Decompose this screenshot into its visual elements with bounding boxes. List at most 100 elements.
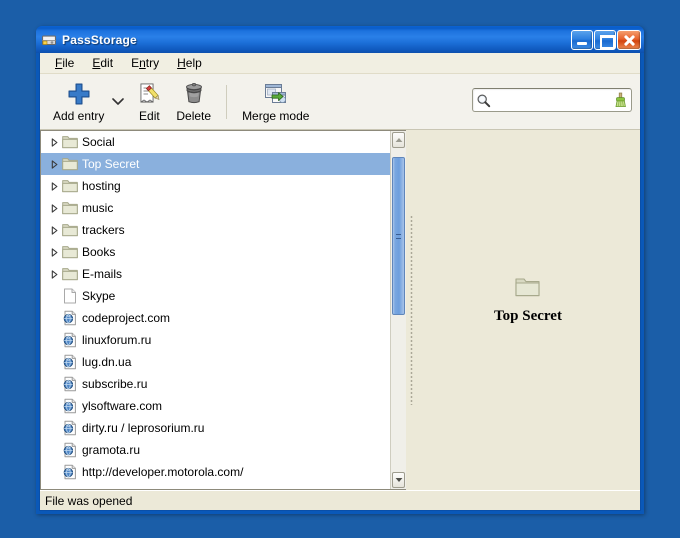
delete-label: Delete [176,109,212,123]
chevron-down-icon[interactable] [109,76,127,128]
web-page-icon [61,329,79,351]
tree-row-label: http://developer.motorola.com/ [82,465,244,479]
pane-splitter[interactable] [406,130,416,490]
tree-row[interactable]: E-mails [41,263,390,285]
folder-icon [61,131,79,153]
edit-button[interactable]: Edit [129,76,169,128]
web-page-icon [61,417,79,439]
tree-row-label: linuxforum.ru [82,333,152,347]
merge-windows-icon [263,80,289,108]
magnifier-icon [476,93,491,108]
trash-can-icon [181,80,207,108]
detail-title: Top Secret [494,307,562,324]
toolbar: Add entry Edit Delete Merge mode [40,74,640,130]
add-entry-label: Add entry [53,109,105,123]
tree-row-label: hosting [82,179,121,193]
minimize-button[interactable] [571,29,593,50]
menu-entry[interactable]: Entry [122,54,168,72]
tree-row-label: Social [82,135,115,149]
tree-row-label: E-mails [82,267,123,281]
close-button[interactable] [617,29,641,50]
expand-triangle-icon[interactable] [47,153,61,175]
tree-row[interactable]: Top Secret [41,153,390,175]
status-bar: File was opened [40,490,640,510]
tree-panel: Social Top Secret hosting music trackers Book… [40,130,406,490]
menu-edit[interactable]: Edit [83,54,122,72]
menu-bar: File Edit Entry Help [40,53,640,74]
tree-row[interactable]: trackers [41,219,390,241]
tree-row-label: gramota.ru [82,443,141,457]
tree-row-label: music [82,201,114,215]
tree-row-label: subscribe.ru [82,377,148,391]
tree-row[interactable]: dirty.ru / leprosorium.ru [41,417,390,439]
title-bar[interactable]: PassStorage [36,26,644,53]
expand-triangle-icon[interactable] [47,241,61,263]
status-text: File was opened [45,493,133,508]
folder-icon [61,241,79,263]
folder-icon [61,153,79,175]
search-box[interactable] [472,88,632,112]
web-page-icon [61,373,79,395]
tree-row-label: Top Secret [82,157,140,171]
merge-mode-label: Merge mode [242,109,310,123]
tree-row[interactable]: codeproject.com [41,307,390,329]
scrollbar-thumb[interactable] [392,157,405,315]
window-title: PassStorage [62,32,137,47]
content-panes: Social Top Secret hosting music trackers Book… [40,130,640,490]
expand-triangle-icon[interactable] [47,197,61,219]
web-page-icon [61,351,79,373]
expand-triangle-icon[interactable] [47,175,61,197]
tree-row[interactable]: lug.dn.ua [41,351,390,373]
pencil-note-icon [136,80,162,108]
tree-row-label: Books [82,245,116,259]
menu-file[interactable]: File [46,54,83,72]
search-input[interactable] [491,93,614,107]
plus-icon [66,80,92,108]
tree-row-label: dirty.ru / leprosorium.ru [82,421,205,435]
web-page-icon [61,439,79,461]
web-page-icon [61,307,79,329]
tree-row[interactable]: gramota.ru [41,439,390,461]
tree-row[interactable]: Social [41,131,390,153]
tree-row-label: ylsoftware.com [82,399,163,413]
tree-row[interactable]: hosting [41,175,390,197]
tree-row-label: trackers [82,223,125,237]
tree-row[interactable]: subscribe.ru [41,373,390,395]
safe-storage-icon [41,32,57,48]
client-area: File Edit Entry Help Add entry Edit Dele… [39,53,641,511]
splitter-grip [409,215,413,405]
tree-row-label: lug.dn.ua [82,355,132,369]
folder-icon [61,263,79,285]
scrollbar-track[interactable] [392,149,405,471]
expand-triangle-icon[interactable] [47,131,61,153]
delete-button[interactable]: Delete [169,76,218,128]
tree-row[interactable]: http://developer.motorola.com/ [41,461,390,483]
tree-row[interactable]: linuxforum.ru [41,329,390,351]
application-window: PassStorage File Edit Entry Help Add ent… [36,26,644,514]
web-page-icon [61,395,79,417]
page-icon [61,285,79,307]
add-entry-button[interactable]: Add entry [46,76,111,128]
tree-row[interactable]: music [41,197,390,219]
maximize-button[interactable] [594,29,616,50]
merge-mode-button[interactable]: Merge mode [235,76,316,128]
edit-label: Edit [139,109,160,123]
tree-row[interactable]: Books [41,241,390,263]
scroll-down-arrow-icon[interactable] [392,472,405,488]
tree-row[interactable]: Skype [41,285,390,307]
web-page-icon [61,461,79,483]
tree-vertical-scrollbar[interactable] [390,131,406,489]
expand-triangle-icon[interactable] [47,219,61,241]
scroll-up-arrow-icon[interactable] [392,132,405,148]
menu-help[interactable]: Help [168,54,211,72]
broom-icon[interactable] [614,92,628,108]
tree-row[interactable]: ylsoftware.com [41,395,390,417]
entry-tree[interactable]: Social Top Secret hosting music trackers Book… [41,131,390,489]
folder-icon [61,219,79,241]
toolbar-separator [226,84,228,119]
tree-row-label: codeproject.com [82,311,171,325]
expand-triangle-icon[interactable] [47,263,61,285]
tree-row-label: Skype [82,289,116,303]
detail-panel: Top Secret [416,130,640,490]
folder-icon [61,197,79,219]
